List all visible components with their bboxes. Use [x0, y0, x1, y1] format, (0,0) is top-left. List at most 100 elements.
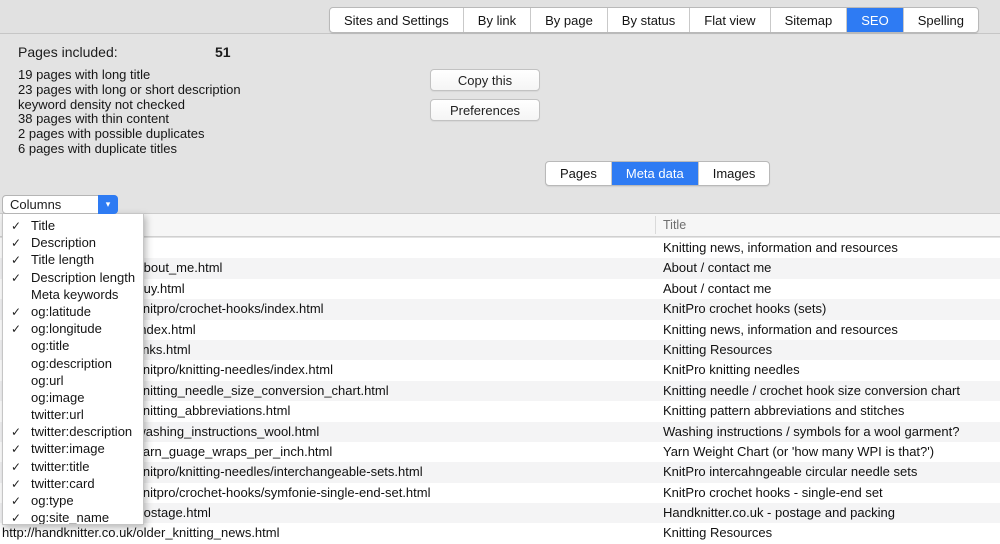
tab-by-page[interactable]: By page: [531, 8, 608, 32]
columns-menu: ✓Title ✓Description ✓Title length ✓Descr…: [2, 213, 144, 525]
tab-sitemap[interactable]: Sitemap: [771, 8, 848, 32]
chevron-down-icon: ▾: [106, 200, 111, 209]
title-cell: KnitPro crochet hooks (sets): [663, 299, 1000, 319]
title-cell: Washing instructions / symbols for a woo…: [663, 422, 1000, 442]
table-row[interactable]: http://handknitter.co.uk/yarn_guage_wrap…: [0, 442, 1000, 462]
table-row[interactable]: http://handknitter.co.uk/index.html Knit…: [0, 320, 1000, 340]
stat-duplicate-titles: 6 pages with duplicate titles: [18, 142, 241, 157]
columns-menu-item[interactable]: ✓twitter:description: [3, 423, 143, 440]
columns-popup-label: Columns: [10, 196, 61, 213]
top-toolbar: Sites and Settings By link By page By st…: [0, 0, 1000, 34]
columns-menu-item-label: twitter:title: [31, 459, 90, 474]
tab-sites-and-settings[interactable]: Sites and Settings: [330, 8, 464, 32]
check-icon: ✓: [11, 270, 31, 287]
table-row[interactable]: http://handknitter.co.uk/knitting_abbrev…: [0, 401, 1000, 421]
table-row[interactable]: http://handknitter.co.uk/knitpro/knittin…: [0, 462, 1000, 482]
table-row[interactable]: http://handknitter.co.uk/knitpro/knittin…: [0, 360, 1000, 380]
columns-menu-item[interactable]: og:url: [3, 372, 143, 389]
columns-menu-item[interactable]: ✓og:site_name: [3, 509, 143, 525]
tab-by-link[interactable]: By link: [464, 8, 531, 32]
main-tab-bar: Sites and Settings By link By page By st…: [329, 7, 979, 33]
columns-menu-item-label: Title length: [31, 252, 94, 267]
stat-long-title: 19 pages with long title: [18, 68, 241, 83]
title-cell: Knitting needle / crochet hook size conv…: [663, 381, 1000, 401]
title-cell: KnitPro intercahngeable circular needle …: [663, 462, 1000, 482]
columns-menu-item[interactable]: ✓Description: [3, 234, 143, 251]
columns-menu-item[interactable]: ✓og:latitude: [3, 303, 143, 320]
seo-summary-stats: 19 pages with long title 23 pages with l…: [18, 68, 241, 157]
tab-meta-data[interactable]: Meta data: [612, 162, 699, 185]
columns-menu-item-label: og:type: [31, 493, 74, 508]
columns-menu-item-label: og:url: [31, 373, 64, 388]
columns-menu-item[interactable]: ✓twitter:card: [3, 475, 143, 492]
preferences-button[interactable]: Preferences: [430, 99, 540, 121]
columns-menu-item[interactable]: og:description: [3, 355, 143, 372]
columns-menu-item[interactable]: twitter:url: [3, 406, 143, 423]
check-icon: ✓: [11, 424, 31, 441]
tab-images[interactable]: Images: [699, 162, 770, 185]
title-cell: Knitting news, information and resources: [663, 238, 1000, 258]
table-row[interactable]: http://handknitter.co.uk/postage.html Ha…: [0, 503, 1000, 523]
title-cell: About / contact me: [663, 258, 1000, 278]
columns-menu-item[interactable]: og:image: [3, 389, 143, 406]
tab-flat-view[interactable]: Flat view: [690, 8, 770, 32]
columns-menu-item-label: og:longitude: [31, 321, 102, 336]
title-column-header[interactable]: Title: [663, 214, 686, 236]
table-row[interactable]: http://handknitter.co.uk/links.html Knit…: [0, 340, 1000, 360]
columns-menu-item[interactable]: Meta keywords: [3, 286, 143, 303]
stat-thin-content: 38 pages with thin content: [18, 112, 241, 127]
columns-menu-item[interactable]: ✓Description length: [3, 269, 143, 286]
columns-menu-item-label: og:image: [31, 390, 84, 405]
columns-menu-item-label: Description length: [31, 270, 135, 285]
columns-menu-item[interactable]: ✓og:longitude: [3, 320, 143, 337]
table-row[interactable]: http://handknitter.co.uk Knitting news, …: [0, 238, 1000, 258]
title-cell: KnitPro crochet hooks - single-end set: [663, 483, 1000, 503]
pages-included-value: 51: [215, 44, 231, 60]
title-cell: Knitting news, information and resources: [663, 320, 1000, 340]
columns-menu-item-label: og:title: [31, 338, 69, 353]
table-row[interactable]: http://handknitter.co.uk/knitpro/crochet…: [0, 299, 1000, 319]
columns-menu-item[interactable]: ✓og:type: [3, 492, 143, 509]
columns-menu-item[interactable]: ✓Title length: [3, 251, 143, 268]
columns-menu-item-label: twitter:url: [31, 407, 84, 422]
tab-pages[interactable]: Pages: [546, 162, 612, 185]
check-icon: ✓: [11, 493, 31, 510]
tab-by-status[interactable]: By status: [608, 8, 690, 32]
columns-menu-item-label: Meta keywords: [31, 287, 118, 302]
columns-menu-item-label: twitter:image: [31, 441, 105, 456]
pages-included-label: Pages included:: [18, 44, 118, 60]
columns-menu-item[interactable]: ✓twitter:title: [3, 458, 143, 475]
check-icon: ✓: [11, 510, 31, 525]
check-icon: ✓: [11, 321, 31, 338]
columns-menu-item-label: og:description: [31, 356, 112, 371]
meta-data-table: http://handknitter.co.uk Knitting news, …: [0, 238, 1000, 544]
check-icon: ✓: [11, 459, 31, 476]
columns-menu-item-label: og:latitude: [31, 304, 91, 319]
table-row[interactable]: http://handknitter.co.uk/washing_instruc…: [0, 422, 1000, 442]
column-divider: [655, 216, 656, 234]
table-row[interactable]: http://handknitter.co.uk/knitpro/crochet…: [0, 483, 1000, 503]
columns-menu-item[interactable]: ✓Title: [3, 217, 143, 234]
title-cell: KnitPro knitting needles: [663, 360, 1000, 380]
title-cell: Knitting pattern abbreviations and stitc…: [663, 401, 1000, 421]
tab-spelling[interactable]: Spelling: [904, 8, 978, 32]
check-icon: ✓: [11, 441, 31, 458]
columns-menu-item[interactable]: og:title: [3, 337, 143, 354]
table-row[interactable]: http://handknitter.co.uk/knitting_needle…: [0, 381, 1000, 401]
tab-seo[interactable]: SEO: [847, 8, 903, 32]
popup-arrow-cap[interactable]: ▾: [98, 195, 118, 214]
stat-possible-duplicates: 2 pages with possible duplicates: [18, 127, 241, 142]
table-row[interactable]: http://handknitter.co.uk/about_me.html A…: [0, 258, 1000, 278]
columns-menu-item-label: Title: [31, 218, 55, 233]
check-icon: ✓: [11, 476, 31, 493]
table-row[interactable]: http://handknitter.co.uk/buy.html About …: [0, 279, 1000, 299]
columns-menu-item[interactable]: ✓twitter:image: [3, 440, 143, 457]
title-cell: Knitting Resources: [663, 340, 1000, 360]
stat-keyword-density: keyword density not checked: [18, 98, 241, 113]
copy-this-button[interactable]: Copy this: [430, 69, 540, 91]
stat-description: 23 pages with long or short description: [18, 83, 241, 98]
check-icon: ✓: [11, 235, 31, 252]
columns-menu-item-label: Description: [31, 235, 96, 250]
title-cell: Handknitter.co.uk - postage and packing: [663, 503, 1000, 523]
columns-popup-button[interactable]: Columns ▾: [2, 195, 118, 214]
